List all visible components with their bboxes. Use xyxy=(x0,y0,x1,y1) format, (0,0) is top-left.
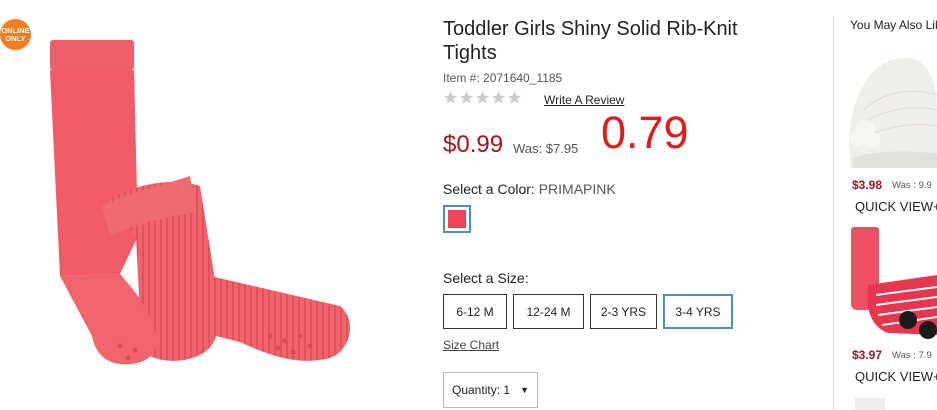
swatch-fill xyxy=(448,210,466,228)
size-option-3-4yrs[interactable]: 3-4 YRS xyxy=(663,294,733,329)
color-label-text: Select a Color: xyxy=(443,181,535,197)
color-swatch-primapink[interactable] xyxy=(443,205,471,233)
size-chart-link[interactable]: Size Chart xyxy=(443,338,499,352)
rail-item-image-partial[interactable] xyxy=(855,396,885,410)
chevron-down-icon: ▼ xyxy=(520,385,529,395)
rail-item-price: $3.97 xyxy=(852,348,883,362)
product-title: Toddler Girls Shiny Solid Rib-Knit Tight… xyxy=(443,18,738,64)
star-icon xyxy=(492,91,505,104)
color-selector-label: Select a Color: PRIMAPINK xyxy=(443,181,616,197)
was-price: Was: $7.95 xyxy=(513,141,579,156)
rail-item-was: Was : 9.9 xyxy=(892,180,932,191)
sale-price: $0.99 xyxy=(443,131,504,158)
quick-view-button[interactable]: QUICK VIEW+ xyxy=(855,369,937,384)
star-icon xyxy=(508,91,521,104)
item-number: Item #: 2071640_1185 xyxy=(443,71,563,85)
star-icon xyxy=(444,91,457,104)
rail-item-price: $3.98 xyxy=(852,178,883,192)
star-icon xyxy=(460,91,473,104)
price-annotation: 0.79 xyxy=(601,107,689,158)
rail-item-image-socks[interactable] xyxy=(848,225,937,340)
size-option-12-24m[interactable]: 12-24 M xyxy=(513,294,584,329)
rail-item-image-hat[interactable] xyxy=(845,50,937,168)
rail-divider xyxy=(833,16,834,410)
star-icon xyxy=(476,91,489,104)
rating-stars xyxy=(443,90,522,105)
size-option-6-12m[interactable]: 6-12 M xyxy=(443,294,507,329)
rail-title: You May Also Lik xyxy=(850,18,937,32)
write-review-link[interactable]: Write A Review xyxy=(544,93,624,107)
product-image[interactable] xyxy=(40,36,380,376)
size-option-2-3yrs[interactable]: 2-3 YRS xyxy=(590,294,657,329)
size-selector-label: Select a Size: xyxy=(443,270,529,286)
rail-item-was: Was : 7.9 xyxy=(892,350,932,361)
quantity-select[interactable]: Quantity: 1 ▼ xyxy=(443,372,538,408)
quick-view-button[interactable]: QUICK VIEW+ xyxy=(855,199,937,214)
online-only-badge: ONLINE ONLY xyxy=(0,19,31,50)
color-value: PRIMAPINK xyxy=(538,181,616,197)
badge-text: ONLINE ONLY xyxy=(1,25,30,43)
quantity-label: Quantity: 1 xyxy=(452,383,511,397)
